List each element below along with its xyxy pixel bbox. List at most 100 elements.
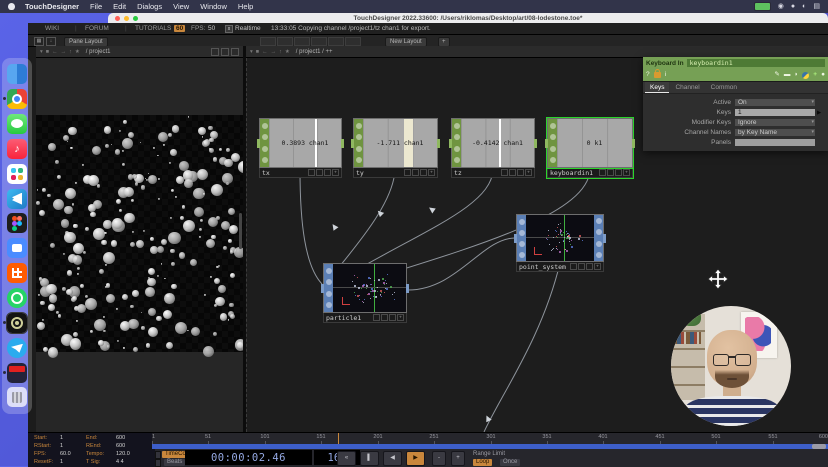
dock-item-whatsapp[interactable] <box>7 288 27 308</box>
node-input[interactable] <box>257 139 260 148</box>
timeline-settings[interactable]: Start:1End:600RStart:1REnd:600FPS:60.0Te… <box>28 433 155 467</box>
bookmark-icon[interactable]: ★ <box>75 49 80 55</box>
menu-view[interactable]: View <box>173 2 189 11</box>
node-flags[interactable] <box>260 119 269 167</box>
dock-item-live[interactable] <box>7 363 27 383</box>
pane-layout-button[interactable]: Pane Layout <box>64 37 108 47</box>
dock-item-telegram[interactable] <box>7 338 27 358</box>
grid-layout-icon[interactable]: ▦ <box>34 37 44 46</box>
help-icon[interactable]: ? <box>646 70 650 80</box>
play-button[interactable]: ▶ <box>406 451 425 466</box>
realtime-checkbox[interactable]: x <box>225 25 233 33</box>
clock-icon[interactable]: ▤ <box>813 0 820 13</box>
node-name[interactable]: ty+ <box>353 168 438 178</box>
dock-item-finder[interactable] <box>7 64 27 84</box>
node-input[interactable] <box>321 284 324 293</box>
lock-icon[interactable] <box>654 72 661 78</box>
layout-preset-slot[interactable] <box>328 37 344 46</box>
menu-edit[interactable]: Edit <box>113 2 126 11</box>
language-icon[interactable]: ● <box>821 70 825 80</box>
top-viewer-pane[interactable] <box>36 58 243 432</box>
node-tz[interactable]: -0.4142 chan1tz+ <box>451 118 535 178</box>
menu-help[interactable]: Help <box>238 2 253 11</box>
pane-maximize-icon[interactable] <box>221 48 229 56</box>
playhead[interactable] <box>338 433 339 444</box>
tab-channel[interactable]: Channel <box>670 82 704 93</box>
wiki-link[interactable]: WIKI <box>45 25 59 32</box>
layout-preset-slot[interactable] <box>311 37 327 46</box>
play-reverse-button[interactable]: ◀ <box>383 451 402 466</box>
back-icon[interactable]: ← <box>52 49 58 55</box>
up-icon[interactable]: ↑ <box>69 49 72 55</box>
dock-item-chrome[interactable] <box>7 89 27 109</box>
param-active[interactable]: On <box>735 99 815 106</box>
node-input[interactable] <box>351 139 354 148</box>
param-channel-names[interactable]: by Key Name <box>735 129 815 136</box>
node-ty[interactable]: -1.711 chan1ty+ <box>353 118 438 178</box>
dock-item-slack[interactable] <box>7 164 27 184</box>
info-icon[interactable]: i <box>665 70 666 80</box>
param-keys[interactable]: 1 <box>735 109 815 116</box>
dock-item-zoom[interactable] <box>7 238 27 258</box>
jump-start-button[interactable]: « <box>337 451 356 466</box>
node-flags[interactable] <box>354 119 363 167</box>
menu-dialogs[interactable]: Dialogs <box>137 2 162 11</box>
add-layout-button[interactable]: + <box>438 37 450 47</box>
node-output[interactable] <box>406 284 409 293</box>
layout-preset-slot[interactable] <box>277 37 293 46</box>
node-particle1[interactable]: particle1+ <box>323 263 407 323</box>
comment-icon[interactable]: ▬ <box>784 70 791 80</box>
beats-mode-button[interactable]: Beats <box>164 459 185 466</box>
dock-item-vscode[interactable] <box>7 189 27 209</box>
node-tx[interactable]: 0.3893 chan1tx+ <box>259 118 342 178</box>
battery-icon[interactable] <box>754 2 771 11</box>
operator-name-field[interactable]: keyboardin1 <box>687 59 825 67</box>
pane-menu-icon[interactable]: ▾ <box>40 49 43 55</box>
layout-preset-slot[interactable] <box>345 37 361 46</box>
dock-item-trash[interactable] <box>7 387 27 407</box>
new-layout-button[interactable]: New Layout <box>385 37 427 47</box>
node-name[interactable]: tx+ <box>259 168 342 178</box>
node-output[interactable] <box>534 139 537 148</box>
menu-window[interactable]: Window <box>200 2 227 11</box>
node-output[interactable] <box>603 234 606 243</box>
loop-button[interactable]: Loop <box>473 459 492 466</box>
node-name[interactable]: particle1+ <box>323 313 407 323</box>
node-flags[interactable] <box>594 215 603 261</box>
dock-item-figma[interactable] <box>7 213 27 233</box>
node-name[interactable]: point_system+ <box>516 262 604 272</box>
pencil-icon[interactable]: ✎ <box>774 70 779 80</box>
node-name[interactable]: tz+ <box>451 168 535 178</box>
range-minus-button[interactable]: - <box>432 451 446 466</box>
timeline-option-button[interactable] <box>155 451 161 459</box>
node-input[interactable] <box>545 139 548 148</box>
dock-item-touchdesigner[interactable] <box>7 313 27 333</box>
add-icon[interactable]: + <box>813 70 817 80</box>
pane-type-icon[interactable]: ■ <box>256 49 259 55</box>
parameter-dialog-header[interactable]: Keyboard In keyboardin1 <box>643 57 828 69</box>
node-output[interactable] <box>437 139 440 148</box>
expand-arrow-icon[interactable]: ▶ <box>817 110 821 116</box>
python-icon[interactable] <box>802 72 809 79</box>
node-output[interactable] <box>632 139 635 148</box>
node-point_system[interactable]: point_system+ <box>516 214 604 272</box>
dock-item-hey[interactable] <box>7 263 27 283</box>
bookmark-icon[interactable]: ★ <box>285 49 290 55</box>
node-output[interactable] <box>341 139 344 148</box>
node-input[interactable] <box>449 139 452 148</box>
once-button[interactable]: Once <box>500 459 520 466</box>
pane-close-icon[interactable] <box>231 48 239 56</box>
layout-preset-slot[interactable] <box>260 37 276 46</box>
tab-common[interactable]: Common <box>706 82 742 93</box>
node-flags[interactable] <box>452 119 461 167</box>
tab-keys[interactable]: Keys <box>645 82 669 93</box>
range-plus-button[interactable]: + <box>451 451 465 466</box>
display-icon[interactable]: ◉ <box>778 0 784 13</box>
control-center-icon[interactable]: ◐ <box>802 0 806 13</box>
param-panels[interactable] <box>735 139 815 146</box>
dock-item-messages[interactable] <box>7 114 27 134</box>
tutorials-link[interactable]: TUTORIALS <box>135 25 171 32</box>
node-input[interactable] <box>514 234 517 243</box>
node-name[interactable]: keyboardin1+ <box>547 168 633 178</box>
forward-icon[interactable]: → <box>271 49 277 55</box>
